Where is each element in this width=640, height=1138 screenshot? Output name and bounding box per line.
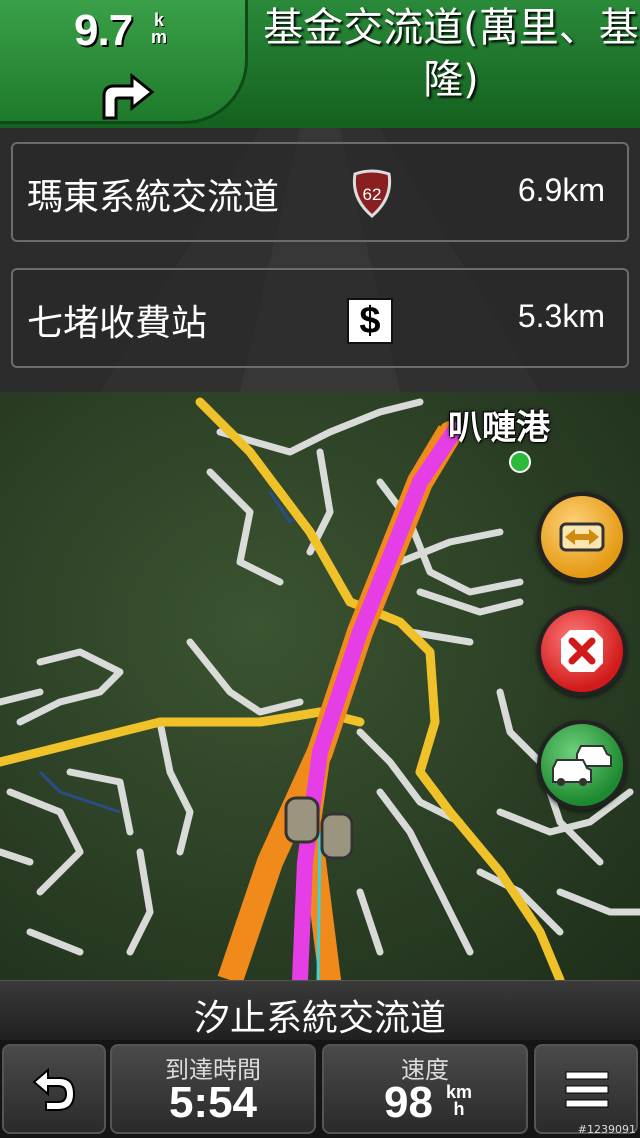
arrival-time-value: 5:54 (168, 1078, 258, 1127)
next-turn-distance: 9.7 (74, 6, 133, 55)
poi-label[interactable]: 叭嗹港 (448, 400, 550, 449)
toll-icon: $ (347, 298, 393, 344)
bottom-toolbar: 到達時間 5:54 速度 98 km h (0, 1040, 640, 1138)
watermark: #1239091 (577, 1123, 636, 1136)
upcoming-item-distance: 6.9km (517, 172, 605, 208)
current-street-bar: 汐止系統交流道 (0, 980, 640, 1041)
cancel-route-icon (561, 630, 603, 672)
speed-unit: km h (446, 1082, 473, 1119)
upcoming-points-panel: 瑪東系統交流道 62 6.9km 七堵收費站 $ 5.3km (0, 128, 640, 392)
menu-button[interactable] (534, 1044, 638, 1134)
next-road-name[interactable]: 基金交流道(萬里、基隆) (262, 2, 640, 106)
speed-value: 98 (384, 1078, 433, 1127)
back-icon (32, 1067, 76, 1111)
upcoming-item-name: 七堵收費站 (27, 303, 208, 344)
current-street-name: 汐止系統交流道 (193, 998, 446, 1039)
next-turn-panel[interactable]: 9.7 km (0, 0, 248, 124)
speed-field[interactable]: 速度 98 km h (322, 1044, 528, 1134)
traffic-icon (552, 745, 612, 786)
back-button[interactable] (2, 1044, 106, 1134)
upcoming-item[interactable]: 七堵收費站 $ 5.3km (11, 268, 629, 368)
route-shield-icon: 62 (352, 169, 392, 218)
next-turn-distance-unit: km (151, 10, 168, 47)
menu-icon (565, 1071, 609, 1108)
detour-button[interactable] (537, 492, 627, 582)
upcoming-item-name: 瑪東系統交流道 (27, 177, 280, 218)
detour-icon (559, 522, 605, 552)
upcoming-item-distance: 5.3km (517, 298, 605, 334)
arrival-time-field[interactable]: 到達時間 5:54 (110, 1044, 316, 1134)
poi-marker-icon[interactable] (509, 451, 531, 473)
turn-right-arrow-icon (102, 72, 155, 120)
upcoming-item[interactable]: 瑪東系統交流道 62 6.9km (11, 142, 629, 242)
route-shield-number: 62 (363, 185, 382, 204)
traffic-button[interactable] (537, 720, 627, 810)
cancel-route-button[interactable] (537, 606, 627, 696)
